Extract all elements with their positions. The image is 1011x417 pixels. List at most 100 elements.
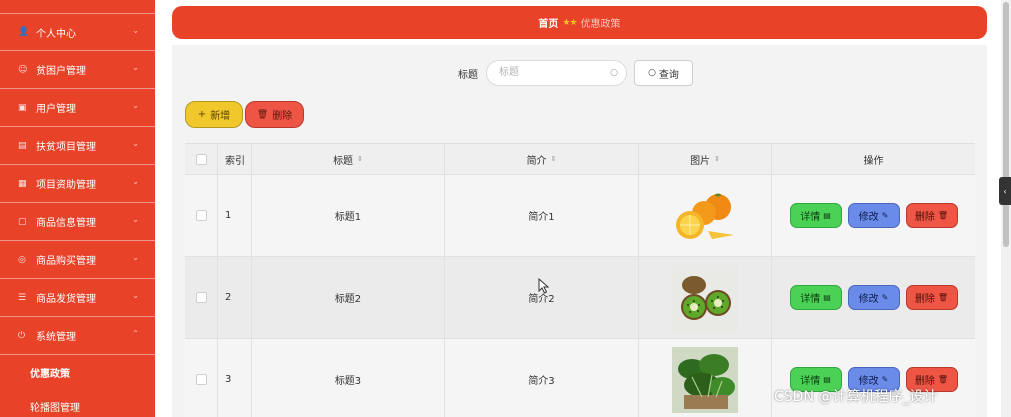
detail-button[interactable]: 详情 ▤ bbox=[789, 203, 842, 228]
search-bar: 标题 标题 ○ ○ 查询 bbox=[458, 60, 693, 86]
sidebar-item-users[interactable]: ▣ 用户管理 ⌄ bbox=[0, 89, 155, 127]
search-placeholder: 标题 bbox=[499, 67, 519, 78]
sort-icon: ⇕ bbox=[550, 155, 557, 163]
chevron-down-icon: ⌄ bbox=[132, 101, 139, 110]
select-all-checkbox[interactable] bbox=[195, 153, 207, 165]
table-row: 1 标题1 简介1 详情 ▤ 修改 ✎ 删除 🗑 bbox=[185, 175, 975, 257]
edit-button-label: 修改 bbox=[858, 376, 879, 387]
delete-button[interactable]: 删除 🗑 bbox=[905, 203, 958, 228]
kiwis-image bbox=[672, 264, 738, 331]
row-actions: 详情 ▤ 修改 ✎ 删除 🗑 bbox=[772, 175, 975, 256]
batch-delete-button[interactable]: 🗑 删除 bbox=[245, 101, 304, 128]
document-icon: ▤ bbox=[823, 211, 831, 220]
content-panel: 标题 标题 ○ ○ 查询 + 新增 🗑 删除 索引 标题 ⇕ 简介 ⇕ 图片 ⇕… bbox=[172, 45, 987, 417]
chevron-down-icon: ⌄ bbox=[132, 253, 139, 262]
mouse-cursor-icon bbox=[538, 278, 550, 294]
sidebar-item-poor-households[interactable]: ☺ 贫困户管理 ⌄ bbox=[0, 51, 155, 89]
scrollbar-thumb[interactable] bbox=[1003, 2, 1009, 247]
sidebar-item-personal-center[interactable]: 👤 个人中心 ⌄ bbox=[0, 13, 155, 51]
chevron-up-icon: ⌃ bbox=[132, 329, 139, 338]
sidebar-item-system[interactable]: ⏻ 系统管理 ⌃ bbox=[0, 317, 155, 355]
header-image-label: 图片 bbox=[690, 155, 711, 167]
sidebar-item-label: 个人中心 bbox=[36, 28, 76, 40]
detail-button-label: 详情 bbox=[800, 376, 821, 387]
sidebar-subitem-label: 轮播图管理 bbox=[30, 402, 80, 414]
row-image-cell bbox=[639, 339, 772, 417]
sidebar-item-projects[interactable]: ▤ 扶贫项目管理 ⌄ bbox=[0, 127, 155, 165]
user-icon: 👤 bbox=[18, 27, 30, 37]
header-brief[interactable]: 简介 ⇕ bbox=[445, 144, 639, 174]
sidebar-subitem-policy[interactable]: 优惠政策 bbox=[0, 355, 155, 389]
vertical-scrollbar[interactable] bbox=[1001, 0, 1011, 417]
row-index: 2 bbox=[218, 257, 252, 338]
cart-icon: ◎ bbox=[18, 254, 26, 265]
header-checkbox-cell bbox=[185, 144, 218, 174]
row-checkbox[interactable] bbox=[195, 210, 207, 221]
edit-icon: ✎ bbox=[881, 293, 889, 302]
chevron-down-icon: ⌄ bbox=[132, 139, 139, 148]
chevron-down-icon: ⌄ bbox=[132, 291, 139, 300]
chevron-down-icon: ⌄ bbox=[132, 26, 139, 35]
data-table: 索引 标题 ⇕ 简介 ⇕ 图片 ⇕ 操作 1 标题1 简介1 详情 ▤ 修改 ✎… bbox=[185, 143, 975, 417]
search-label: 标题 bbox=[458, 69, 478, 81]
edit-button[interactable]: 修改 ✎ bbox=[847, 285, 900, 310]
collapse-panel-toggle[interactable]: ‹ bbox=[999, 177, 1011, 205]
power-icon: ⏻ bbox=[18, 330, 26, 341]
row-index: 3 bbox=[218, 339, 252, 417]
edit-icon: ✎ bbox=[881, 211, 889, 220]
row-image-cell bbox=[639, 257, 772, 338]
search-icon: ○ bbox=[648, 68, 656, 78]
app-root: 👤 个人中心 ⌄ ☺ 贫困户管理 ⌄ ▣ 用户管理 ⌄ ▤ 扶贫项目管理 ⌄ ▦… bbox=[0, 0, 1011, 417]
sidebar-subitem-carousel[interactable]: 轮播图管理 bbox=[0, 389, 155, 417]
delete-button-label: 删除 bbox=[272, 111, 293, 122]
row-title: 标题2 bbox=[252, 257, 445, 338]
sidebar: 👤 个人中心 ⌄ ☺ 贫困户管理 ⌄ ▣ 用户管理 ⌄ ▤ 扶贫项目管理 ⌄ ▦… bbox=[0, 0, 155, 417]
row-brief: 简介1 bbox=[445, 175, 639, 256]
oranges-image bbox=[676, 193, 734, 239]
trash-icon: 🗑 bbox=[937, 211, 949, 220]
delete-button-label: 删除 bbox=[914, 212, 935, 223]
delete-button-label: 删除 bbox=[914, 294, 935, 305]
sidebar-item-product-purchase[interactable]: ◎ 商品购买管理 ⌄ bbox=[0, 241, 155, 279]
plus-icon: + bbox=[197, 109, 207, 120]
sort-icon: ⇕ bbox=[357, 155, 363, 163]
header-image[interactable]: 图片 ⇕ bbox=[639, 144, 772, 174]
row-checkbox-cell bbox=[185, 175, 218, 256]
sidebar-item-label: 系统管理 bbox=[36, 332, 76, 343]
sidebar-item-product-shipping[interactable]: ☰ 商品发货管理 ⌄ bbox=[0, 279, 155, 317]
query-button[interactable]: ○ 查询 bbox=[634, 60, 693, 86]
table-header: 索引 标题 ⇕ 简介 ⇕ 图片 ⇕ 操作 bbox=[185, 143, 975, 175]
add-button[interactable]: + 新增 bbox=[185, 101, 243, 128]
box-icon: ▢ bbox=[18, 216, 27, 227]
sidebar-item-project-funding[interactable]: ▦ 项目资助管理 ⌄ bbox=[0, 165, 155, 203]
detail-button-label: 详情 bbox=[800, 212, 821, 223]
delete-button[interactable]: 删除 🗑 bbox=[905, 285, 958, 310]
chevron-down-icon: ⌄ bbox=[132, 63, 139, 72]
header-ops: 操作 bbox=[863, 155, 884, 167]
header-brief-label: 简介 bbox=[526, 155, 547, 167]
document-icon: ▤ bbox=[823, 375, 831, 384]
breadcrumb-home[interactable]: 首页 bbox=[538, 15, 558, 30]
sidebar-item-label: 商品信息管理 bbox=[36, 218, 96, 229]
row-checkbox[interactable] bbox=[195, 292, 207, 303]
trash-icon: 🗑 bbox=[937, 293, 949, 302]
trash-icon: 🗑 bbox=[937, 375, 949, 384]
search-input[interactable]: 标题 ○ bbox=[486, 60, 627, 86]
edit-button[interactable]: 修改 ✎ bbox=[847, 203, 900, 228]
row-actions: 详情 ▤ 修改 ✎ 删除 🗑 bbox=[772, 257, 975, 338]
add-button-label: 新增 bbox=[210, 111, 231, 122]
users-icon: ☺ bbox=[18, 64, 28, 75]
header-title[interactable]: 标题 ⇕ bbox=[252, 144, 445, 174]
chevron-left-icon: ‹ bbox=[1003, 186, 1007, 196]
row-checkbox[interactable] bbox=[195, 374, 207, 385]
main-area: 首页 ★★ 优惠政策 标题 标题 ○ ○ 查询 + 新增 🗑 删除 索引 标题 … bbox=[155, 0, 1001, 417]
list-icon: ☰ bbox=[18, 292, 27, 303]
edit-icon: ✎ bbox=[881, 375, 889, 384]
edit-button-label: 修改 bbox=[858, 294, 879, 305]
detail-button[interactable]: 详情 ▤ bbox=[789, 285, 842, 310]
spinach-image bbox=[672, 346, 738, 413]
header-title-label: 标题 bbox=[333, 155, 354, 167]
sidebar-item-product-info[interactable]: ▢ 商品信息管理 ⌄ bbox=[0, 203, 155, 241]
search-icon: ○ bbox=[610, 68, 618, 78]
breadcrumb-current: 优惠政策 bbox=[580, 19, 621, 30]
